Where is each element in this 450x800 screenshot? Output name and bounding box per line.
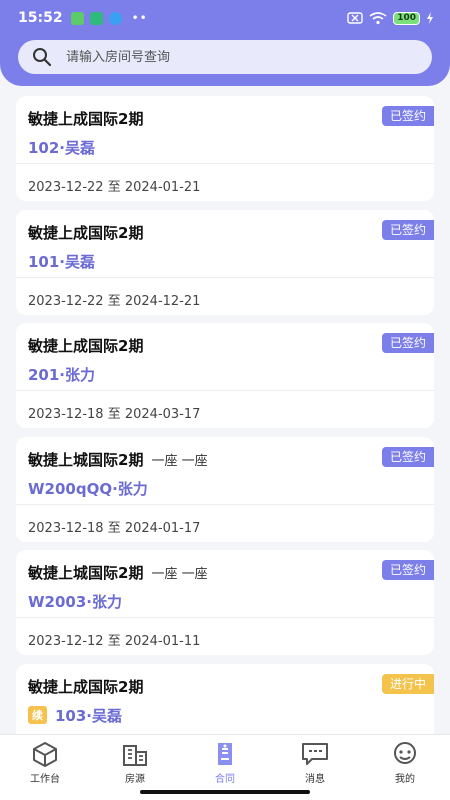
end-date: 2024-01-17 xyxy=(124,520,201,536)
card-divider xyxy=(16,276,434,278)
contract-period: 2023-12-22 至 2024-12-21 xyxy=(28,290,200,309)
project-label: 敏捷上城国际2期 xyxy=(28,450,144,469)
tab-label: 工作台 xyxy=(30,774,60,785)
contract-card[interactable]: 敏捷上成国际2期 102·吴磊 已签约 2023-12-22 至 2024-01… xyxy=(16,96,434,201)
project-label: 敏捷上成国际2期 xyxy=(28,337,144,356)
project-name: 敏捷上成国际2期 xyxy=(28,222,364,243)
contract-card[interactable]: 敏捷上成国际2期 201·张力 已签约 2023-12-18 至 2024-03… xyxy=(16,323,434,429)
building-icon xyxy=(123,745,147,766)
room-label: 102·吴磊 xyxy=(28,139,96,157)
tab-label: 合同 xyxy=(215,774,235,785)
room-label: 101·吴磊 xyxy=(28,252,96,271)
room-tenant: 101·吴磊 xyxy=(28,251,364,272)
project-label: 敏捷上成国际2期 xyxy=(28,223,144,242)
end-date: 2024-01-11 xyxy=(124,634,201,650)
building-label: 一座 一座 xyxy=(151,453,208,469)
end-date: 2024-03-17 xyxy=(124,407,201,423)
status-bar: 15:52 •• 100 xyxy=(0,0,450,36)
start-date: 2023-12-18 xyxy=(28,407,104,423)
header-background: 15:52 •• 100 xyxy=(0,0,450,86)
project-name: 敏捷上成国际2期 xyxy=(28,335,364,356)
search-icon[interactable] xyxy=(32,47,52,67)
start-date: 2023-12-22 xyxy=(28,180,104,195)
project-name: 敏捷上成国际2期 xyxy=(28,108,364,129)
date-separator: 至 xyxy=(107,407,121,423)
date-separator: 至 xyxy=(107,293,121,309)
contract-card[interactable]: 敏捷上城国际2期 一座 一座 W2003·张力 已签约 2023-12-12 至… xyxy=(16,550,434,656)
end-date: 2024-12-21 xyxy=(124,293,201,309)
room-label: 103·吴磊 xyxy=(55,706,123,725)
room-label: W200qQQ·张力 xyxy=(28,479,148,498)
status-badge: 已签约 xyxy=(381,219,434,240)
status-badge: 已签约 xyxy=(381,560,434,581)
card-divider xyxy=(16,390,434,392)
project-label: 敏捷上城国际2期 xyxy=(28,564,144,583)
search-input[interactable] xyxy=(66,49,418,65)
date-separator: 至 xyxy=(107,634,121,650)
status-badge: 已签约 xyxy=(381,446,434,467)
contract-icon xyxy=(218,743,232,765)
start-date: 2023-12-22 xyxy=(28,293,104,309)
room-tenant: 201·张力 xyxy=(28,364,364,385)
chat-app-icon xyxy=(108,11,122,25)
tab-label: 消息 xyxy=(305,774,325,785)
project-name: 敏捷上成国际2期 xyxy=(28,676,364,697)
tab-profile[interactable]: 我的 xyxy=(360,735,450,800)
home-indicator xyxy=(140,790,310,794)
sim-off-icon xyxy=(347,12,363,24)
contract-period: 2023-12-18 至 2024-01-17 xyxy=(28,517,200,536)
card-divider xyxy=(16,617,434,619)
project-label: 敏捷上成国际2期 xyxy=(28,677,144,696)
tab-workbench[interactable]: 工作台 xyxy=(0,735,90,800)
start-date: 2023-12-12 xyxy=(28,634,104,650)
date-separator: 至 xyxy=(107,180,121,195)
charging-icon xyxy=(427,12,433,24)
project-name: 敏捷上城国际2期 一座 一座 xyxy=(28,562,364,583)
search-bar[interactable] xyxy=(18,40,432,74)
start-date: 2023-12-18 xyxy=(28,520,104,536)
building-label: 一座 一座 xyxy=(151,567,208,583)
renewal-tag: 续 xyxy=(28,706,47,725)
contract-period: 2023-12-18 至 2024-03-17 xyxy=(28,403,200,422)
room-label: 201·张力 xyxy=(28,366,96,385)
card-divider xyxy=(16,503,434,505)
status-badge: 进行中 xyxy=(381,673,434,694)
tab-label: 我的 xyxy=(395,774,415,785)
room-tenant: W2003·张力 xyxy=(28,591,364,612)
wifi-icon xyxy=(369,11,387,24)
contract-card[interactable]: 敏捷上成国际2期 101·吴磊 已签约 2023-12-22 至 2024-12… xyxy=(16,209,434,315)
project-name: 敏捷上城国际2期 一座 一座 xyxy=(28,449,364,470)
room-tenant: W200qQQ·张力 xyxy=(28,478,364,499)
contract-list[interactable]: 敏捷上成国际2期 102·吴磊 已签约 2023-12-22 至 2024-01… xyxy=(16,96,434,734)
date-separator: 至 xyxy=(107,520,121,536)
notification-app-icon xyxy=(70,11,84,25)
status-time: 15:52 xyxy=(18,10,63,26)
room-tenant: 续 103·吴磊 xyxy=(28,705,364,726)
contract-card[interactable]: 敏捷上成国际2期 续 103·吴磊 进行中 xyxy=(16,663,434,734)
contract-period: 2023-12-12 至 2024-01-11 xyxy=(28,630,200,649)
end-date: 2024-01-21 xyxy=(124,180,201,195)
message-icon xyxy=(302,743,328,765)
tab-label: 房源 xyxy=(125,774,145,785)
battery-icon: 100 xyxy=(393,11,420,25)
more-notifications-icon: •• xyxy=(131,11,148,25)
status-badge: 已签约 xyxy=(381,106,434,126)
card-divider xyxy=(16,163,434,164)
contract-card[interactable]: 敏捷上城国际2期 一座 一座 W200qQQ·张力 已签约 2023-12-18… xyxy=(16,436,434,542)
shield-app-icon xyxy=(89,11,103,25)
room-label: W2003·张力 xyxy=(28,593,122,612)
project-label: 敏捷上成国际2期 xyxy=(28,110,144,128)
status-badge: 已签约 xyxy=(381,333,434,354)
room-tenant: 102·吴磊 xyxy=(28,137,364,158)
profile-icon xyxy=(394,742,416,764)
workbench-icon xyxy=(33,742,57,767)
contract-period: 2023-12-22 至 2024-01-21 xyxy=(28,176,200,195)
